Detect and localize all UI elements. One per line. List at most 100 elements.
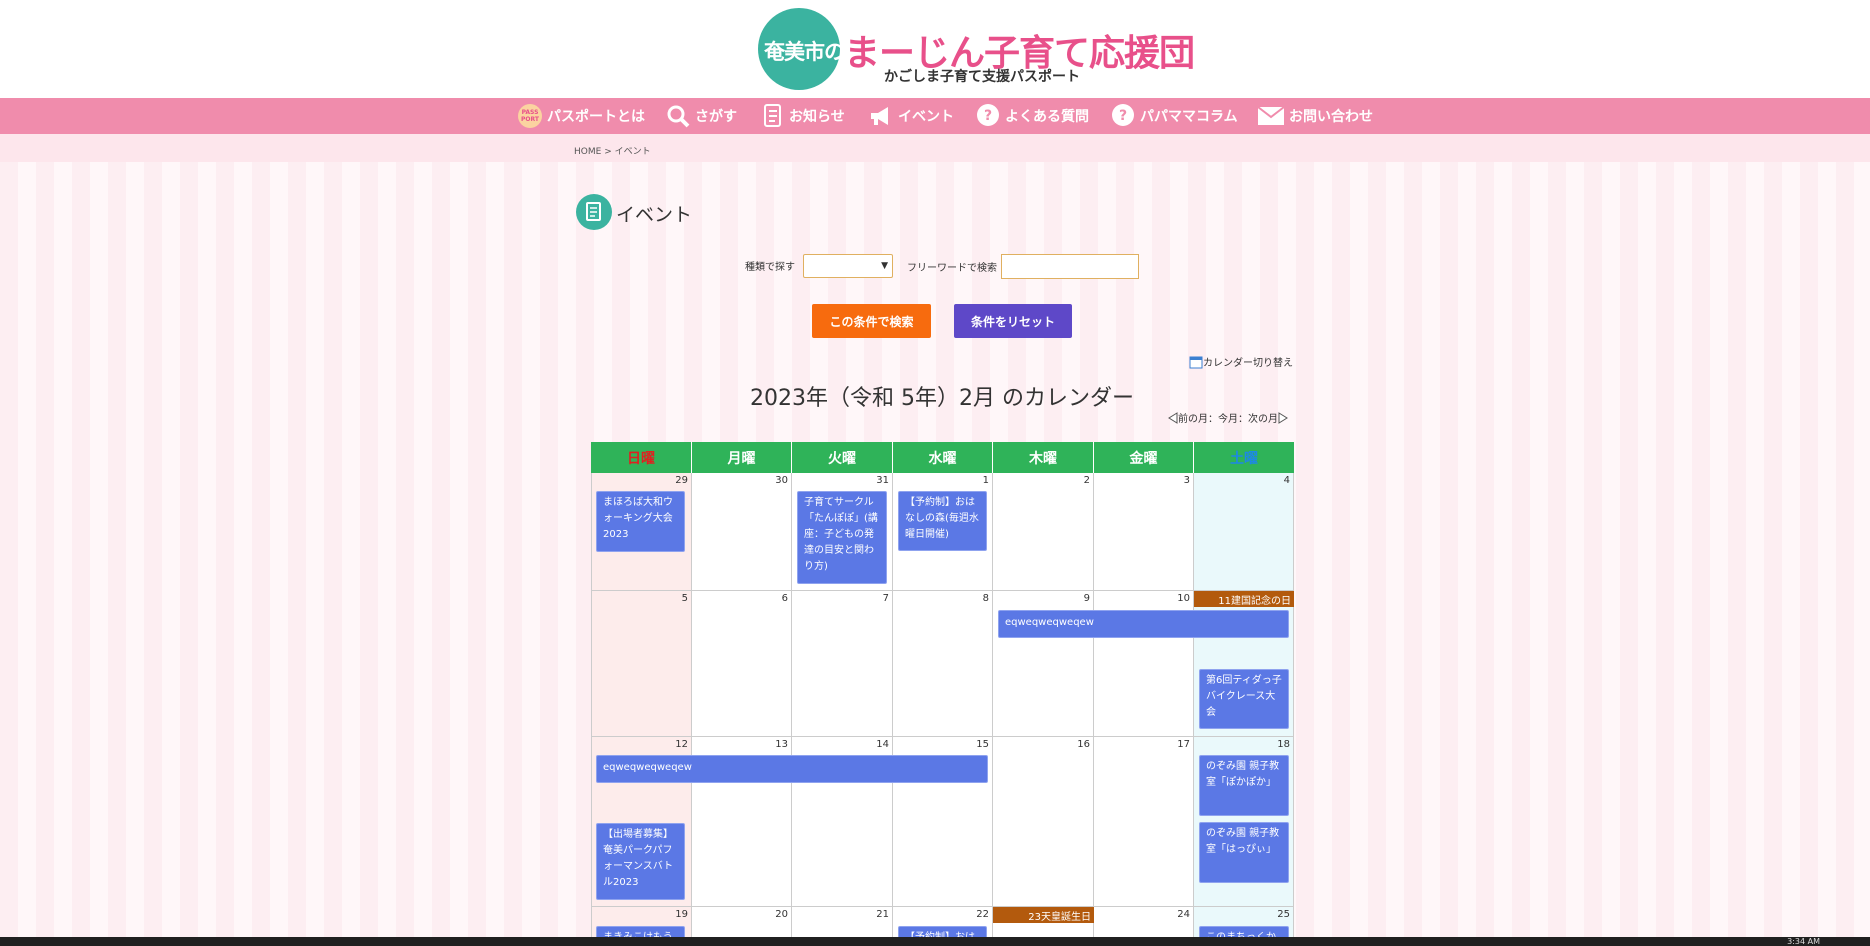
nav-label: お問い合わせ (1289, 109, 1373, 125)
question-icon: ? (1112, 104, 1134, 126)
nav-item-search[interactable]: さがす (665, 98, 737, 134)
breadcrumb-separator: > (604, 147, 612, 157)
nav-label: よくある質問 (1005, 109, 1089, 125)
logo-city-text: 奄美市の (764, 40, 845, 64)
type-select[interactable]: ▼ (803, 254, 893, 278)
calendar-day: 5 (591, 591, 692, 737)
day-number: 7 (882, 593, 889, 604)
holiday-label: 23天皇誕生日 (993, 907, 1094, 923)
day-number: 9 (1083, 593, 1090, 604)
day-number: 16 (1077, 739, 1090, 750)
day-number: 1 (982, 475, 989, 486)
notice-icon (764, 104, 781, 127)
day-number: 5 (681, 593, 688, 604)
current-month-link[interactable]: 今月 (1218, 410, 1238, 425)
event-item[interactable]: 第6回ティダっ子バイクレース大会 (1199, 669, 1289, 729)
nav-label: パスポートとは (547, 109, 645, 125)
event-item[interactable]: eqweqweqweqew (998, 610, 1289, 638)
event-item[interactable]: 子育てサークル「たんぽぽ」(講座：子どもの発達の目安と関わり方) (797, 491, 887, 584)
day-number: 8 (982, 593, 989, 604)
breadcrumb-current: イベント (614, 147, 651, 157)
calendar-day: 4 (1194, 473, 1294, 591)
breadcrumb: HOME > イベント (574, 144, 651, 157)
weekday-header: 水曜 (893, 442, 993, 473)
day-number: 12 (675, 739, 688, 750)
svg-text:PORT: PORT (521, 116, 540, 123)
weekday-header: 木曜 (993, 442, 1094, 473)
keyword-filter-label: フリーワードで検索 (907, 263, 997, 274)
calendar-day: 3 (1094, 473, 1194, 591)
nav-item-news[interactable]: お知らせ (761, 98, 845, 134)
day-number: 17 (1177, 739, 1190, 750)
day-number: 18 (1277, 739, 1290, 750)
day-number: 4 (1283, 475, 1290, 486)
event-item[interactable]: eqweqweqweqew (596, 755, 988, 783)
day-number: 31 (876, 475, 889, 486)
global-nav: PASS PORT パスポートとは さがす お知らせ イベント ? よくある質問 … (0, 98, 1870, 134)
prev-month-link[interactable]: 前の月 (1178, 410, 1208, 425)
weekday-header: 月曜 (692, 442, 792, 473)
day-number: 30 (775, 475, 788, 486)
event-item[interactable]: 【予約制】おはなしの森(毎週水曜日開催) (898, 491, 987, 551)
reset-button[interactable]: 条件をリセット (954, 304, 1072, 338)
os-taskbar (0, 937, 1870, 946)
day-number: 3 (1183, 475, 1190, 486)
nav-label: イベント (898, 109, 954, 125)
breadcrumb-home[interactable]: HOME (574, 147, 601, 157)
logo-subtitle: かごしま子育て支援パスポート (884, 69, 1080, 85)
calendar-switch-label: カレンダー切り替え (1203, 358, 1293, 369)
event-item[interactable]: のぞみ園 親子教室「はっぴぃ」 (1199, 822, 1289, 883)
month-navigation: 前の月 ： 今月 ： 次の月 (1168, 410, 1288, 425)
chevron-left-icon[interactable] (1168, 411, 1178, 424)
question-icon: ? (977, 104, 999, 126)
event-item[interactable]: 【出場者募集】奄美パークパフォーマンスバトル2023 (596, 823, 685, 900)
document-icon (576, 194, 612, 230)
calendar-icon (1189, 356, 1203, 368)
svg-text:?: ? (1119, 108, 1127, 124)
weekday-header: 土曜 (1194, 442, 1294, 473)
weekday-header: 火曜 (792, 442, 893, 473)
calendar-day: 17 (1094, 737, 1194, 907)
keyword-input[interactable] (1001, 254, 1139, 279)
day-number: 15 (976, 739, 989, 750)
day-number: 14 (876, 739, 889, 750)
calendar-title: 2023年（令和 5年）2月 のカレンダー (750, 386, 1134, 411)
site-logo[interactable]: 奄美市の まーじん子育て応援団 かごしま子育て支援パスポート (758, 6, 1195, 92)
nav-item-passport[interactable]: PASS PORT パスポートとは (517, 98, 645, 134)
mail-icon (1257, 106, 1285, 125)
day-number: 24 (1177, 909, 1190, 920)
magnifier-icon (667, 105, 690, 128)
nav-item-column[interactable]: ? パパママコラム (1110, 98, 1238, 134)
chevron-right-icon[interactable] (1278, 411, 1288, 424)
nav-item-event[interactable]: イベント (868, 98, 954, 134)
taskbar-clock: 3:34 AM (1787, 937, 1820, 946)
svg-text:?: ? (984, 108, 992, 124)
type-filter-label: 種類で探す (745, 262, 795, 273)
calendar-day: 2 (993, 473, 1094, 591)
weekday-header: 日曜 (591, 442, 692, 473)
day-number: 10 (1177, 593, 1190, 604)
search-button[interactable]: この条件で検索 (812, 304, 931, 338)
day-number: 25 (1277, 909, 1290, 920)
event-item[interactable]: のぞみ園 親子教室「ぽかぽか」 (1199, 755, 1289, 816)
calendar-day: 6 (692, 591, 792, 737)
nav-label: さがす (695, 109, 737, 125)
event-item[interactable]: まほろば大和ウォーキング大会2023 (596, 491, 685, 552)
event-calendar: 日曜 月曜 火曜 水曜 木曜 金曜 土曜 29 30 31 1 2 3 4 まほ… (591, 442, 1294, 946)
chevron-down-icon: ▼ (881, 261, 888, 271)
site-header: 奄美市の まーじん子育て応援団 かごしま子育て支援パスポート (0, 0, 1870, 98)
next-month-link[interactable]: 次の月 (1248, 410, 1278, 425)
day-number: 20 (775, 909, 788, 920)
calendar-switch-link[interactable]: カレンダー切り替え (1189, 354, 1293, 369)
nav-label: お知らせ (789, 109, 845, 125)
day-number: 13 (775, 739, 788, 750)
calendar-day: 30 (692, 473, 792, 591)
nav-item-contact[interactable]: お問い合わせ (1257, 98, 1373, 134)
nav-item-faq[interactable]: ? よくある質問 (975, 98, 1089, 134)
month-nav-separator: ： (1208, 414, 1218, 425)
holiday-label: 11建国記念の日 (1194, 591, 1294, 607)
calendar-day: 8 (893, 591, 993, 737)
megaphone-icon (871, 107, 888, 125)
day-number: 6 (781, 593, 788, 604)
page-title: イベント (616, 204, 693, 226)
